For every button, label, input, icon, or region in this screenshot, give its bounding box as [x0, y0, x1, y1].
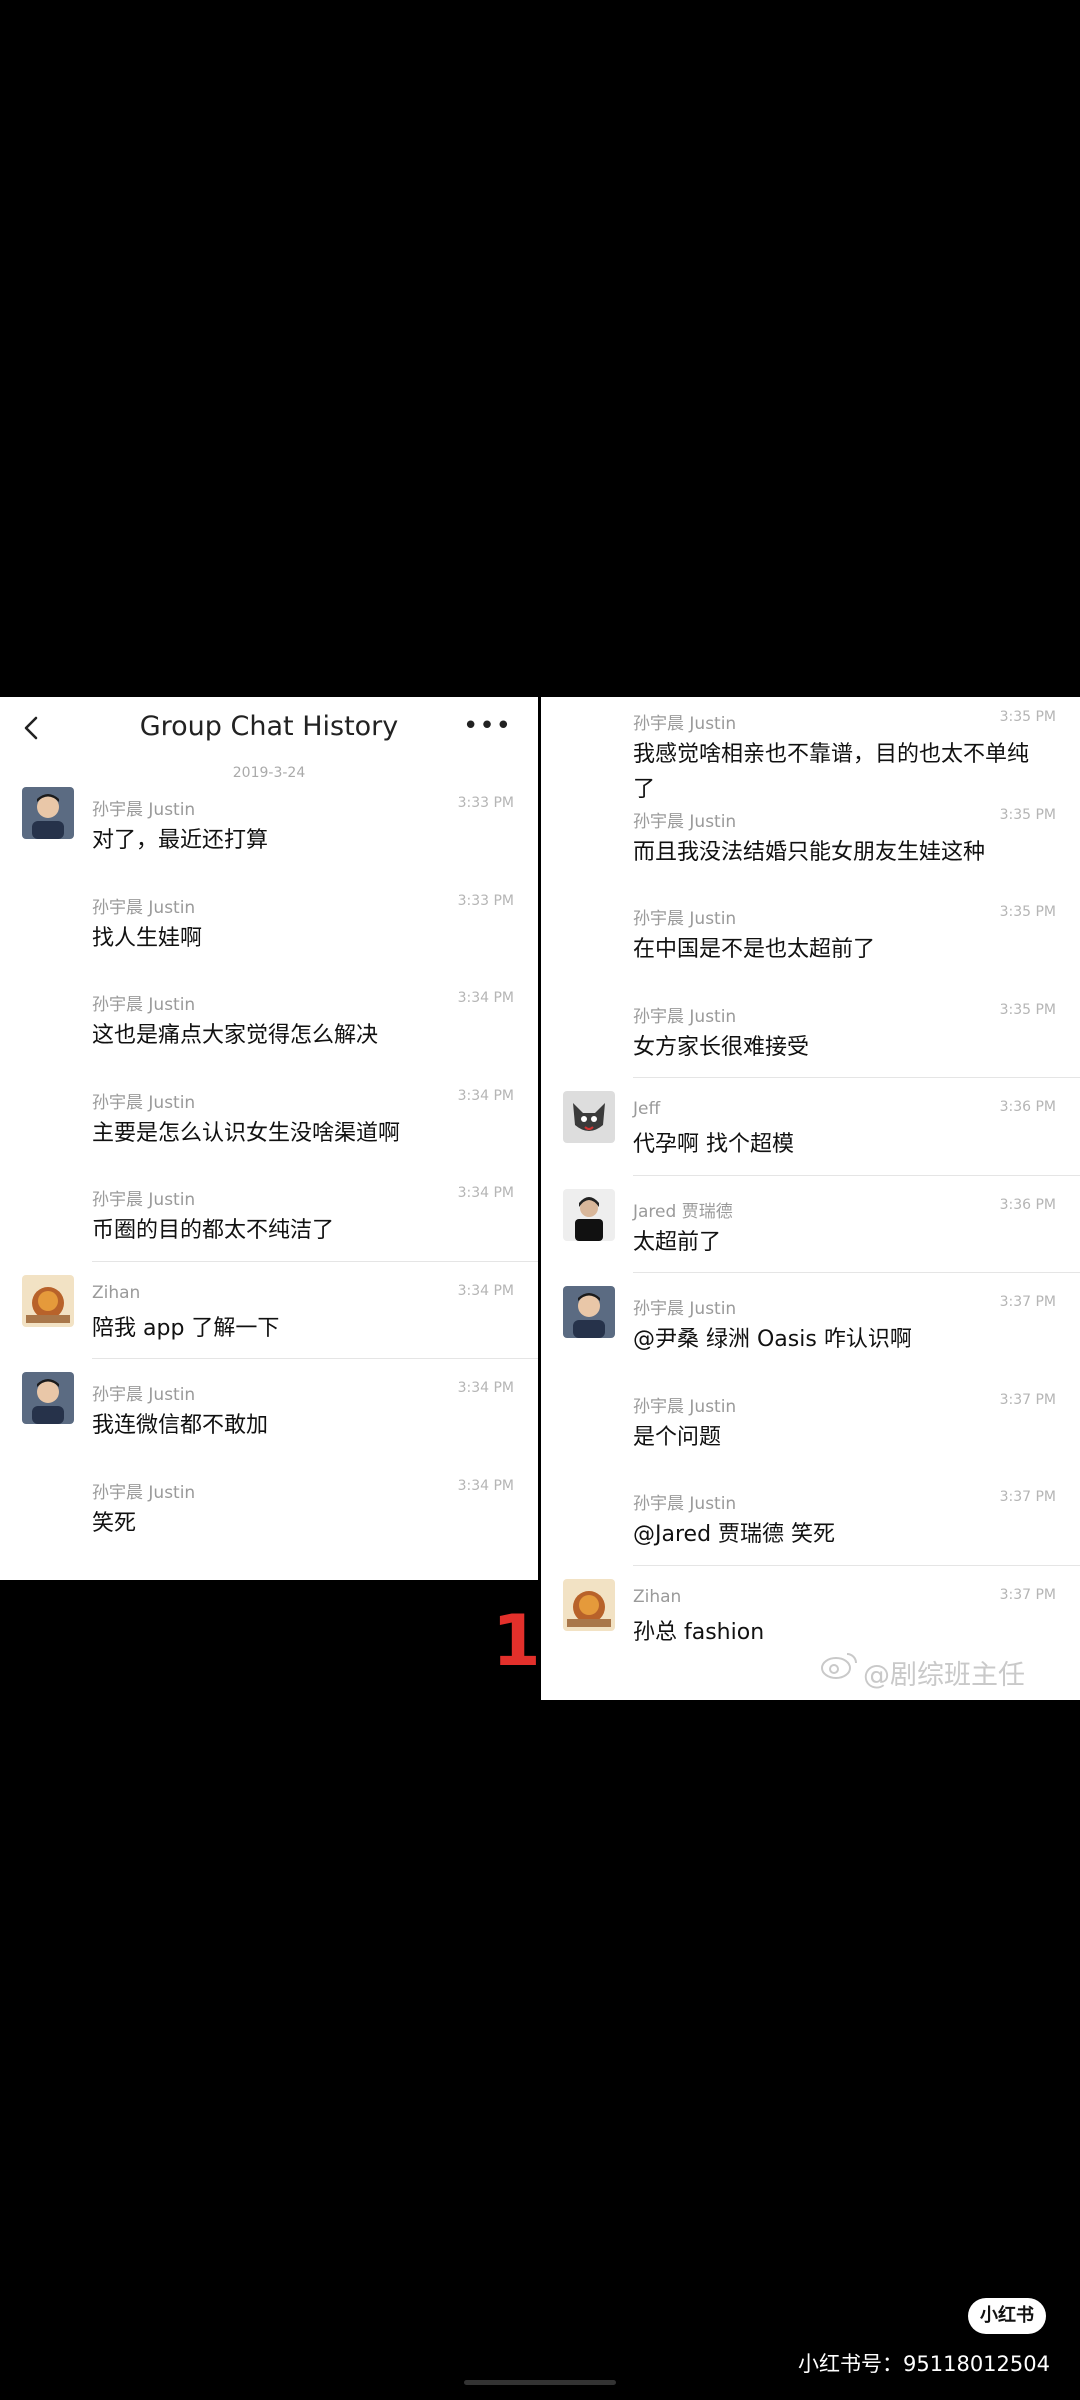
message-text: 在中国是不是也太超前了 [633, 937, 876, 962]
chat-header: Group Chat History ••• [0, 697, 538, 761]
watermark-text: @剧综班主任 [863, 1660, 1025, 1691]
message-text: 孙总 fashion [633, 1619, 765, 1645]
weibo-logo-icon [821, 1653, 857, 1679]
message-time: 3:34 PM [457, 1185, 514, 1201]
message-time: 3:34 PM [457, 1282, 514, 1299]
sender-name: Jared 贾瑞德 [633, 1201, 733, 1222]
avatar[interactable] [563, 1091, 615, 1143]
date-separator: 2019-3-24 [232, 765, 306, 781]
message-time: 3:34 PM [457, 1087, 514, 1104]
sender-name: 孙宇晨 Justin [92, 995, 196, 1015]
home-indicator[interactable] [464, 2380, 616, 2385]
message-divider [92, 1260, 538, 1262]
sender-name: Jeff [633, 1099, 661, 1119]
sender-name: 孙宇晨 Justin [92, 897, 196, 918]
message-text: @Jared 贾瑞德 笑死 [633, 1522, 836, 1547]
message-time: 3:33 PM [457, 795, 514, 811]
message-time: 3:37 PM [999, 1586, 1056, 1603]
message-text: 而且我没法结婚只能女朋友生娃这种 [633, 839, 986, 865]
sender-name: 孙宇晨 Justin [92, 1092, 196, 1113]
message-text: 对了，最近还打算 [92, 828, 269, 853]
avatar[interactable] [22, 787, 74, 839]
message-text: 女方家长很难接受 [633, 1034, 810, 1060]
message-text: 太超前了 [633, 1229, 722, 1255]
sender-name: 孙宇晨 Justin [633, 909, 737, 929]
message-time: 3:34 PM [457, 1380, 514, 1396]
message-time: 3:36 PM [999, 1099, 1056, 1115]
sender-name: Zihan [92, 1282, 141, 1303]
message-time: 3:35 PM [999, 709, 1056, 725]
avatar[interactable] [563, 1286, 615, 1338]
message-time: 3:36 PM [999, 1196, 1056, 1213]
message-time: 3:34 PM [457, 1477, 514, 1494]
message-text: 是个问题 [633, 1424, 722, 1450]
message-text: 这也是痛点大家觉得怎么解决 [92, 1023, 379, 1048]
message-time: 3:37 PM [999, 1391, 1056, 1408]
avatar[interactable] [563, 1188, 615, 1241]
xiaohongshu-id: 小红书号：95118012504 [798, 2352, 1050, 2376]
message-divider [92, 1358, 538, 1359]
message-divider [633, 1564, 1080, 1566]
sender-name: 孙宇晨 Justin [633, 1494, 737, 1514]
message-text: 主要是怎么认识女生没啥渠道啊 [92, 1120, 401, 1146]
message-text: 币圈的目的都太不纯洁了 [92, 1218, 335, 1243]
sender-name: 孙宇晨 Justin [633, 714, 737, 734]
message-time: 3:35 PM [999, 904, 1056, 920]
message-time: 3:37 PM [999, 1489, 1056, 1505]
sender-name: 孙宇晨 Justin [92, 800, 196, 820]
sender-name: 孙宇晨 Justin [633, 1006, 737, 1027]
sender-name: 孙宇晨 Justin [633, 1396, 737, 1417]
avatar[interactable] [22, 1372, 74, 1424]
message-time: 3:35 PM [999, 1001, 1056, 1018]
sender-name: 孙宇晨 Justin [92, 1385, 196, 1405]
message-text: 找人生娃啊 [92, 925, 203, 951]
message-text: 笑死 [92, 1510, 137, 1536]
sender-name: 孙宇晨 Justin [92, 1482, 196, 1503]
message-divider [633, 1272, 1080, 1273]
chat-history-right-panel: 孙宇晨 Justin 3:35 PM 我感觉啥相亲也不靠谱，目的也太不单纯了 孙宇晨 … [541, 697, 1080, 1700]
message-text: 我连微信都不敢加 [92, 1413, 269, 1438]
xiaohongshu-logo: 小红书 [968, 2298, 1046, 2334]
message-time: 3:33 PM [457, 892, 514, 909]
message-text: @尹桑 绿洲 Oasis 咋认识啊 [633, 1327, 912, 1352]
sender-name: Zihan [633, 1586, 682, 1607]
message-time: 3:35 PM [999, 806, 1056, 823]
weibo-watermark: @剧综班主任 [821, 1653, 1025, 1692]
chat-history-left-panel: Group Chat History ••• 2019-3-24 孙宇晨 Jus… [0, 697, 538, 1580]
sender-name: 孙宇晨 Justin [633, 811, 737, 832]
sender-name: 孙宇晨 Justin [92, 1190, 196, 1210]
message-text: 代孕啊 找个超模 [633, 1132, 794, 1157]
message-text: 陪我 app 了解一下 [92, 1315, 280, 1341]
message-time: 3:34 PM [457, 990, 514, 1006]
message-divider [633, 1077, 1080, 1078]
message-time: 3:37 PM [999, 1294, 1056, 1310]
page-number-mark: 1 [492, 1600, 541, 1682]
avatar[interactable] [22, 1274, 74, 1327]
more-options-icon[interactable]: ••• [463, 711, 512, 741]
sender-name: 孙宇晨 Justin [633, 1299, 737, 1319]
message-divider [633, 1174, 1080, 1176]
avatar[interactable] [563, 1578, 615, 1631]
page-title: Group Chat History [139, 711, 399, 742]
message-text: 我感觉啥相亲也不靠谱，目的也太不单纯了 [633, 742, 1030, 802]
